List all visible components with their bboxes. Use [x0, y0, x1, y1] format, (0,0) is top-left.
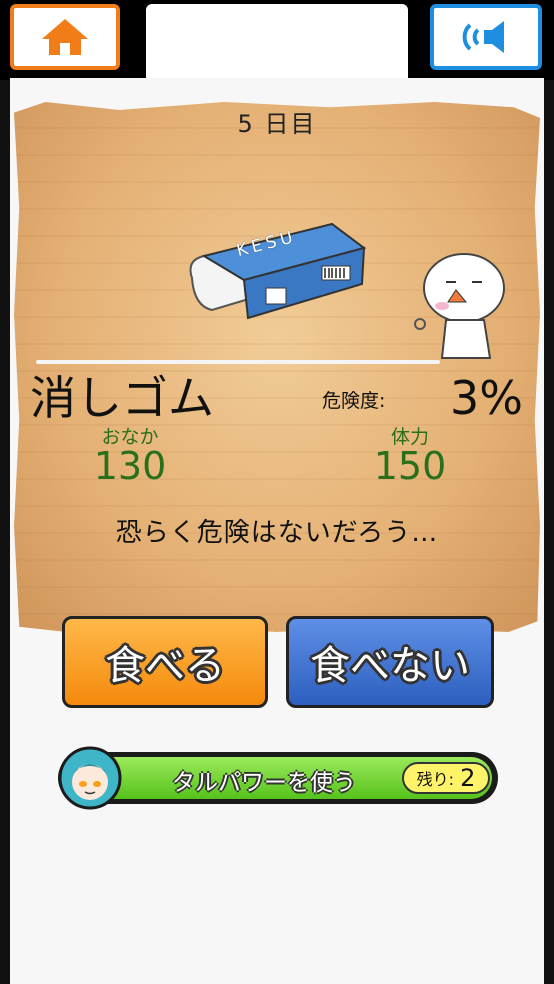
- sound-button[interactable]: [430, 4, 542, 70]
- eat-button[interactable]: 食べる: [62, 616, 268, 708]
- home-button[interactable]: [10, 4, 120, 70]
- character-illustration: [414, 253, 505, 359]
- dont-eat-button[interactable]: 食べない: [286, 616, 494, 708]
- item-name: 消しゴム: [30, 371, 214, 425]
- remaining-count: 2: [460, 764, 476, 792]
- parchment-card: [14, 102, 540, 632]
- divider-line: [36, 360, 440, 364]
- top-tab: [146, 4, 408, 80]
- danger-label: 危険度:: [322, 390, 386, 412]
- stamina-value: 150: [373, 444, 447, 488]
- danger-value: 3%: [450, 371, 523, 425]
- game-screen: 5 日目 KESU 消しゴム 危険度: 3% おなか 130 体力 150 恐ら…: [0, 0, 554, 984]
- remaining-label: 残り:: [416, 770, 455, 789]
- tulpa-avatar-icon: [58, 746, 122, 810]
- talpa-power-button[interactable]: タルパワーを使う 残り: 2: [58, 746, 498, 810]
- top-bar: [0, 0, 554, 80]
- danger-comment: 恐らく危険はないだろう…: [115, 518, 439, 548]
- day-counter: 5 日目: [237, 110, 317, 138]
- home-icon: [42, 19, 88, 55]
- remaining-uses-badge: 残り: 2: [402, 762, 490, 794]
- power-label: タルパワーを使う: [172, 770, 356, 796]
- speaker-icon: [462, 21, 504, 53]
- stomach-value: 130: [93, 444, 167, 488]
